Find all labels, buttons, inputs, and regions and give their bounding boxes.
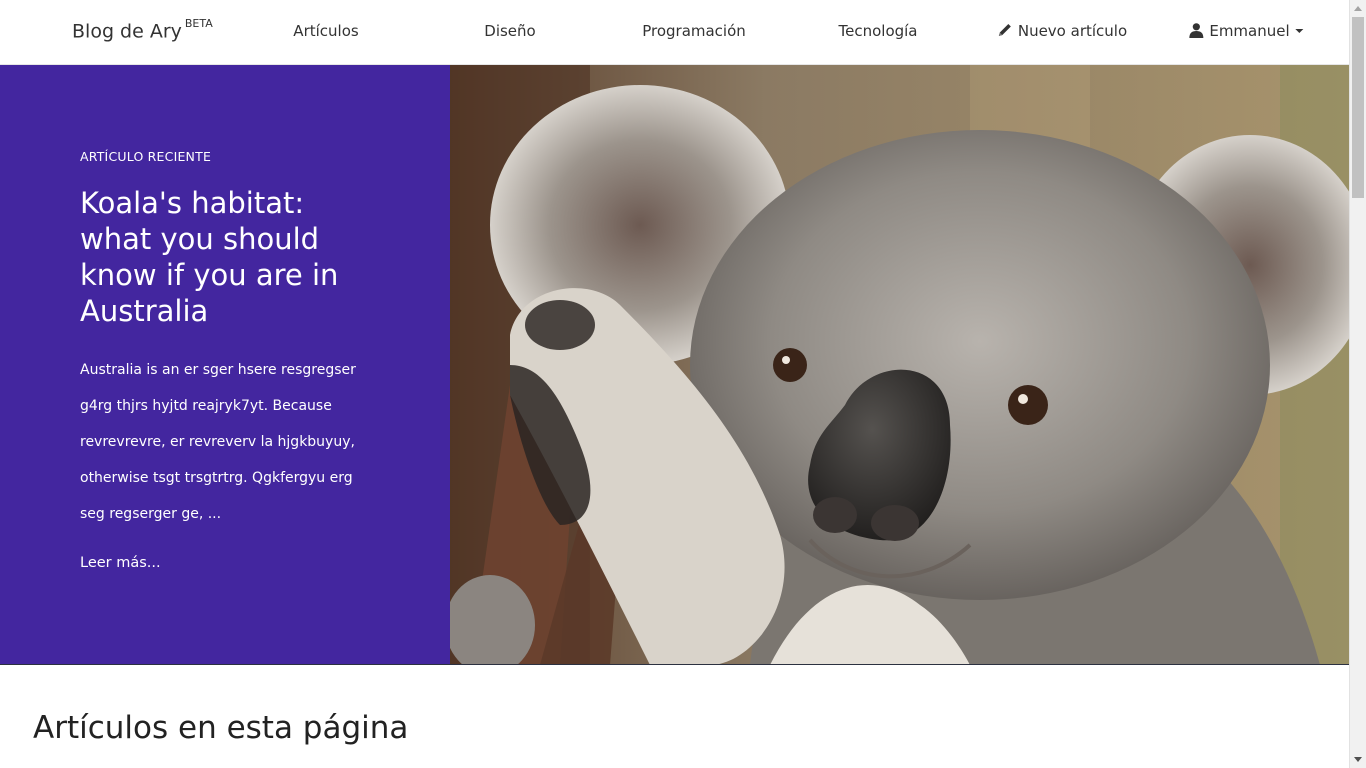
section-title: Artículos en esta página <box>33 710 409 746</box>
user-icon <box>1188 22 1204 42</box>
hero-divider <box>0 664 1349 665</box>
nav-new-article-label: Nuevo artículo <box>1017 22 1128 40</box>
vertical-scrollbar[interactable] <box>1349 0 1366 768</box>
nav-articulos[interactable]: Artículos <box>293 22 358 40</box>
hero-kicker: ARTÍCULO RECIENTE <box>80 149 212 164</box>
brand-link[interactable]: Blog de Ary BETA <box>72 17 213 43</box>
page: Blog de Ary BETA Artículos Diseño Program… <box>0 0 1349 768</box>
caret-down-icon <box>1295 29 1304 33</box>
nav-tecnologia[interactable]: Tecnología <box>839 22 918 40</box>
nav-diseno[interactable]: Diseño <box>484 22 535 40</box>
brand-name: Blog de Ary <box>72 20 182 43</box>
user-name: Emmanuel <box>1209 22 1290 40</box>
nav-programacion-label: Programación <box>642 22 746 40</box>
hero-koala-image <box>450 65 1349 665</box>
nav-tecnologia-label: Tecnología <box>838 22 918 40</box>
scroll-thumb[interactable] <box>1352 17 1364 198</box>
nav-articulos-label: Artículos <box>293 22 359 40</box>
user-menu-dropdown[interactable]: Emmanuel <box>1188 22 1304 42</box>
featured-article-hero: ARTÍCULO RECIENTE Koala's habitat: what … <box>0 65 1349 665</box>
beta-badge: BETA <box>184 17 213 30</box>
hero-article-excerpt: Australia is an er sger hsere resgregser… <box>80 362 356 522</box>
nav-diseno-label: Diseño <box>484 22 536 40</box>
scroll-up-arrow-icon[interactable] <box>1354 6 1362 11</box>
hero-article-title[interactable]: Koala's habitat: what you should know if… <box>80 185 380 329</box>
pencil-icon <box>997 22 1013 42</box>
nav-new-article[interactable]: Nuevo artículo <box>997 22 1127 42</box>
scroll-down-arrow-icon[interactable] <box>1354 757 1362 762</box>
read-more-link[interactable]: Leer más... <box>80 555 161 571</box>
nav-programacion[interactable]: Programación <box>642 22 746 40</box>
hero-text-panel: ARTÍCULO RECIENTE Koala's habitat: what … <box>0 65 450 665</box>
top-navbar: Blog de Ary BETA Artículos Diseño Program… <box>0 0 1349 65</box>
